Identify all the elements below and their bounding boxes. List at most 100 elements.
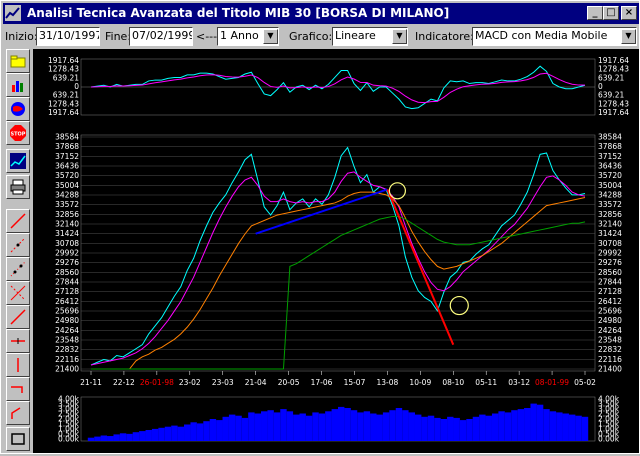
step-line-tool[interactable] xyxy=(6,401,30,425)
chart-type-select[interactable]: Lineare ▼ xyxy=(332,27,408,46)
line-tool[interactable] xyxy=(6,305,30,329)
price-tick-label-right: 25696 xyxy=(598,307,622,316)
indicator-select[interactable]: MACD con Media Mobile ▼ xyxy=(472,27,637,46)
price-tick-label-left: 21400 xyxy=(55,365,79,374)
price-tick-label-left: 31424 xyxy=(55,229,79,238)
volume-bar xyxy=(222,416,229,441)
end-date-field[interactable]: 07/02/1999 xyxy=(129,27,193,46)
x-tick-label: 22-12 xyxy=(113,378,135,387)
chevron-down-icon[interactable]: ▼ xyxy=(392,29,407,44)
volume-tick-label-right: 0.00k xyxy=(598,435,620,444)
x-tick-label: 21-04 xyxy=(245,378,267,387)
price-tick-label-right: 27844 xyxy=(598,278,622,287)
volume-bar xyxy=(235,415,242,441)
volume-bar xyxy=(459,420,467,441)
x-tick-label: 21-11 xyxy=(80,378,102,387)
period-select[interactable]: 1 Anno ▼ xyxy=(217,27,279,46)
volume-bar xyxy=(254,413,262,441)
title-bar[interactable]: Analisi Tecnica Avanzata del Titolo MIB … xyxy=(3,3,639,24)
macd-tick-label-left: 1917.64 xyxy=(48,108,79,117)
volume-bar xyxy=(190,422,197,441)
volume-bar xyxy=(107,436,114,441)
volume-bar xyxy=(434,417,441,441)
chevron-down-icon[interactable]: ▼ xyxy=(621,29,636,44)
dotted-line-tool[interactable] xyxy=(6,233,30,257)
volume-bar xyxy=(389,410,396,441)
end-date-label: Fine: xyxy=(105,30,132,43)
zoom-chart-button[interactable] xyxy=(6,149,30,173)
macd-tick-label-left: 1278.43 xyxy=(48,99,79,108)
volume-bar xyxy=(485,415,492,441)
volume-bar xyxy=(293,414,300,441)
chart-area[interactable]: 1917.64 1917.64 1278.43 1278.43 639.21 639.21… xyxy=(33,49,639,453)
dotted-line-tool-2[interactable] xyxy=(6,257,30,281)
indicator-value: MACD con Media Mobile xyxy=(475,29,608,42)
volume-bar xyxy=(196,423,204,441)
price-tick-label-right: 23548 xyxy=(598,336,622,345)
price-tick-label-right: 22832 xyxy=(598,345,622,354)
stop-icon: STOP xyxy=(10,125,26,141)
volume-bar xyxy=(408,412,415,441)
volume-bar xyxy=(556,412,563,441)
chevron-down-icon[interactable]: ▼ xyxy=(263,29,278,44)
horizontal-line-tool[interactable] xyxy=(6,329,30,353)
volume-bar xyxy=(543,409,550,441)
chart-type-value: Lineare xyxy=(335,29,376,42)
volume-bar xyxy=(562,413,569,441)
volume-bar xyxy=(357,412,364,441)
bar-chart-icon xyxy=(12,81,23,92)
volume-bar xyxy=(94,436,101,441)
window-title: Analisi Tecnica Avanzata del Titolo MIB … xyxy=(27,6,450,20)
price-tick-label-right: 35004 xyxy=(598,181,622,190)
globe-button[interactable] xyxy=(6,97,30,121)
stop-button[interactable]: STOP xyxy=(6,121,30,145)
print-button[interactable] xyxy=(6,175,30,199)
fan-line-icon xyxy=(10,285,26,301)
price-tick-label-left: 29276 xyxy=(55,258,79,267)
price-tick-label-right: 21400 xyxy=(598,365,622,374)
globe-icon xyxy=(11,102,25,116)
volume-bar xyxy=(376,414,383,441)
price-tick-label-right: 31424 xyxy=(598,229,622,238)
volume-bar xyxy=(318,413,326,441)
volume-bar xyxy=(344,408,351,441)
minimize-button[interactable]: _ xyxy=(587,6,603,20)
price-tick-label-left: 25696 xyxy=(55,307,79,316)
volume-bar xyxy=(350,410,358,441)
horizontal-line-icon xyxy=(11,338,25,344)
chart-type-label: Grafico: xyxy=(289,30,333,43)
price-tick-label-left: 35720 xyxy=(55,171,79,180)
price-tick-label-right: 28560 xyxy=(598,268,622,277)
rectangle-icon xyxy=(11,433,25,445)
price-tick-label-left: 24980 xyxy=(55,316,79,325)
start-date-field[interactable]: 31/10/1997 xyxy=(36,27,100,46)
volume-bar xyxy=(395,408,403,441)
vertical-line-tool[interactable] xyxy=(6,353,30,377)
volume-bar xyxy=(177,426,185,441)
open-button[interactable] xyxy=(6,49,30,73)
fan-line-tool[interactable] xyxy=(6,281,30,305)
close-button[interactable]: × xyxy=(621,6,637,20)
bar-chart-button[interactable] xyxy=(6,73,30,97)
x-tick-label: 23-02 xyxy=(179,378,201,387)
price-tick-label-left: 22832 xyxy=(55,345,79,354)
rectangle-tool[interactable] xyxy=(6,427,30,451)
trendline-tool[interactable] xyxy=(6,209,30,233)
volume-bar xyxy=(479,414,486,441)
price-tick-label-right: 35720 xyxy=(598,171,622,180)
hook-line-tool[interactable] xyxy=(6,377,30,401)
volume-bar xyxy=(568,414,576,441)
price-tick-label-right: 26412 xyxy=(598,297,622,306)
arrow-label: <--- xyxy=(196,30,218,43)
volume-bar xyxy=(100,435,108,441)
volume-bar xyxy=(273,412,281,441)
volume-bar xyxy=(312,412,319,441)
maximize-button[interactable]: □ xyxy=(603,6,619,20)
price-chart-svg[interactable]: 1917.64 1917.641278.43 1278.43639.21 639.21… xyxy=(33,49,639,453)
price-series-line xyxy=(90,146,586,366)
volume-bar xyxy=(145,430,152,441)
volume-bar xyxy=(203,421,210,441)
volume-bar xyxy=(113,434,120,441)
price-tick-label-left: 37152 xyxy=(55,152,79,161)
price-tick-label-left: 27844 xyxy=(55,278,79,287)
